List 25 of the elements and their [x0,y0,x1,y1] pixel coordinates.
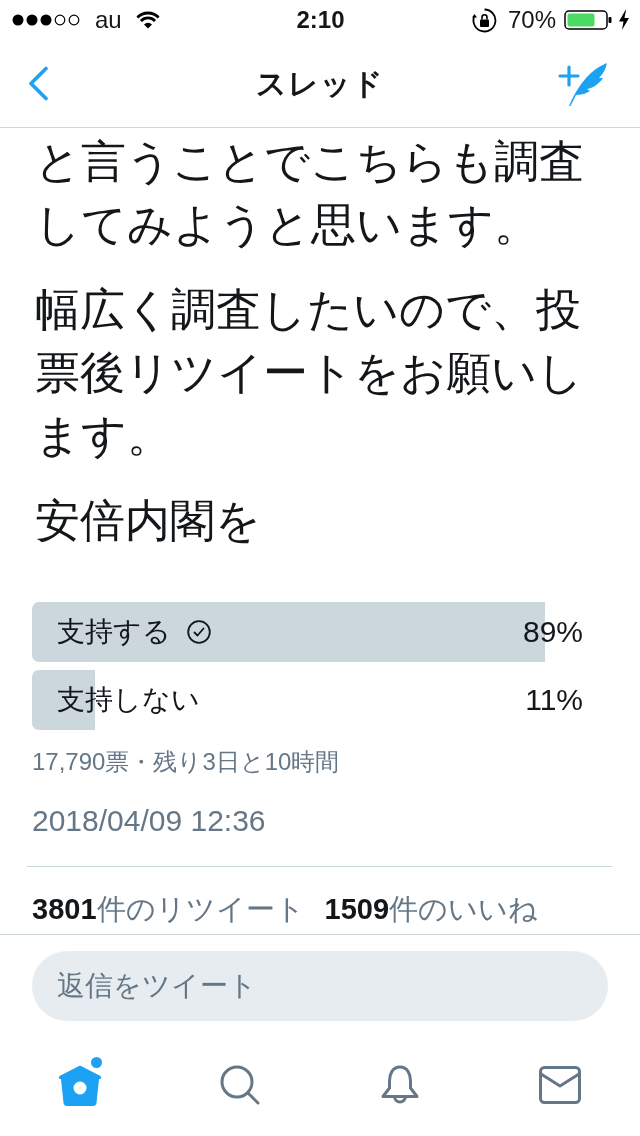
signal-icon [12,14,80,26]
battery-percent: 70% [507,6,556,34]
poll-option-label: 支持しない [57,683,200,717]
wifi-icon [135,11,160,29]
home-icon[interactable] [58,1064,102,1106]
reply-field[interactable]: 返信をツイート [32,951,608,1021]
carrier-label: au [95,6,122,34]
search-icon[interactable] [220,1065,260,1105]
tweet-text: 安倍内閣を [34,494,261,548]
tweet-text: と言うことでこちらも調査してみようと思います。 [34,135,585,252]
poll-option-label: 支持する [57,615,171,649]
poll-summary: 17,790票・残り3日と10時間 [32,747,340,777]
status-time: 2:10 [296,6,345,34]
tweet-timestamp: 2018/04/09 12:36 [32,803,266,839]
engagement-count[interactable]: 3801件のリツイート [32,891,305,927]
mail-icon[interactable] [539,1066,581,1104]
engagement-count[interactable]: 1509件のいいね [324,891,539,927]
back-icon[interactable] [28,66,49,101]
bell-icon[interactable] [380,1065,420,1105]
tweet-text: 幅広く調査したいので、投票後リツイートをお願いします。 [34,283,584,463]
compose-icon[interactable] [558,61,608,106]
poll-percent: 11% [525,682,583,718]
battery-icon [564,10,612,30]
screen-title: スレッド [256,65,384,102]
poll-percent: 89% [522,614,583,650]
